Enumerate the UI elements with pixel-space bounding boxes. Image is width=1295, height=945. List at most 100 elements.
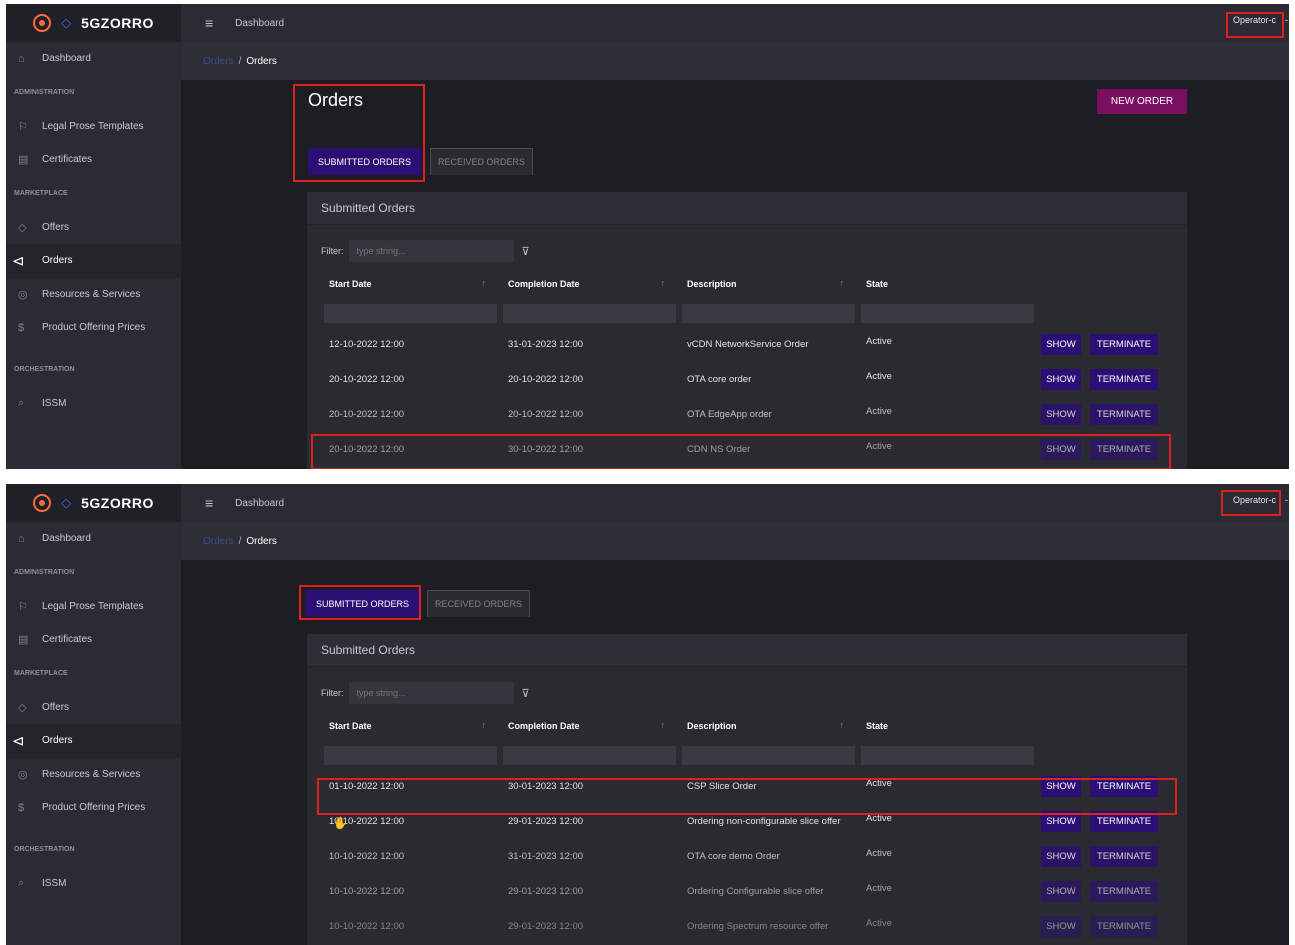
terminate-button[interactable]: TERMINATE [1090, 439, 1158, 460]
show-button[interactable]: SHOW [1041, 334, 1081, 355]
terminate-button[interactable]: TERMINATE [1090, 846, 1158, 867]
user-menu-caret[interactable]: - [1285, 15, 1288, 25]
brand[interactable]: ◇ 5GZORRO [6, 4, 181, 42]
topbar-title[interactable]: Dashboard [235, 498, 284, 509]
new-order-button[interactable]: NEW ORDER [1097, 89, 1187, 114]
filter-icon[interactable]: ⊽ [522, 245, 530, 258]
tab-received-orders[interactable]: RECEIVED ORDERS [427, 590, 530, 617]
sidebar-item-certificates[interactable]: ▤ Certificates [6, 623, 181, 657]
sidebar: ◇ 5GZORRO ⌂ Dashboard ADMINISTRATION ⚐ Leg… [6, 4, 181, 469]
column-filter-input[interactable] [503, 303, 676, 323]
table-row[interactable]: 10-10-2022 12:00 31-01-2023 12:00 OTA core… [307, 839, 1187, 874]
table-row[interactable]: 20-10-2022 12:00 20-10-2022 12:00 OTA core… [307, 362, 1187, 397]
sidebar-item-orders[interactable]: ⊲ Orders [6, 724, 181, 758]
cell-completion-date: 31-01-2023 12:00 [508, 339, 584, 350]
terminate-button[interactable]: TERMINATE [1090, 369, 1158, 390]
table-row[interactable]: 10-10-2022 12:00 29-01-2023 12:00 Ordering… [307, 804, 1187, 839]
brand[interactable]: ◇ 5GZORRO [6, 484, 181, 522]
column-completion-date[interactable]: Completion Date ↑ [486, 278, 665, 289]
table-row[interactable]: 20-10-2022 12:00 20-10-2022 12:00 OTA Edge… [307, 397, 1187, 432]
hamburger-icon[interactable]: ≡ [205, 495, 213, 511]
cell-description: Ordering Configurable slice offer [687, 886, 824, 897]
table-row[interactable]: 10-10-2022 12:00 29-01-2023 12:00 Ordering… [307, 909, 1187, 944]
tab-submitted-orders[interactable]: SUBMITTED ORDERS [308, 148, 421, 175]
breadcrumb: Orders / Orders [181, 522, 1289, 560]
column-filter-input[interactable] [861, 303, 1034, 323]
terminate-button[interactable]: TERMINATE [1090, 881, 1158, 902]
brand-chevron-icon: ◇ [61, 495, 72, 510]
hamburger-icon[interactable]: ≡ [205, 15, 213, 31]
cell-completion-date: 29-01-2023 12:00 [508, 816, 584, 827]
terminate-button[interactable]: TERMINATE [1090, 776, 1158, 797]
column-start-date[interactable]: Start Date ↑ [307, 720, 486, 731]
terminate-button[interactable]: TERMINATE [1090, 404, 1158, 425]
filter-input[interactable] [348, 240, 514, 262]
column-filter-input[interactable] [682, 303, 855, 323]
table-row[interactable]: 01-10-2022 12:00 30-01-2023 12:00 CSP Slic… [307, 769, 1187, 804]
column-start-date[interactable]: Start Date ↑ [307, 278, 486, 289]
certificate-icon: ▤ [18, 154, 29, 167]
breadcrumb-link[interactable]: Orders [203, 536, 234, 547]
column-description[interactable]: Description ↑ [665, 278, 844, 289]
sidebar-item-label: Certificates [42, 634, 93, 646]
show-button[interactable]: SHOW [1041, 404, 1081, 425]
terminate-button[interactable]: TERMINATE [1090, 334, 1158, 355]
user-menu-caret[interactable]: - [1285, 495, 1288, 505]
sidebar-item-issm[interactable]: ⌕ ISSM [6, 387, 181, 421]
column-filter-input[interactable] [861, 745, 1034, 765]
show-button[interactable]: SHOW [1041, 846, 1081, 867]
table-row[interactable]: 20-10-2022 12:00 30-10-2022 12:00 CDN NS O… [307, 432, 1187, 467]
column-filter-input[interactable] [682, 745, 855, 765]
user-menu[interactable]: Operator-c [1230, 493, 1279, 507]
column-filter-input[interactable] [324, 303, 497, 323]
show-button[interactable]: SHOW [1041, 811, 1081, 832]
breadcrumb-link[interactable]: Orders [203, 56, 234, 67]
tab-submitted-orders[interactable]: SUBMITTED ORDERS [306, 590, 419, 617]
layers-icon: ◎ [18, 288, 28, 301]
sidebar-item-label: Dashboard [42, 533, 91, 545]
column-filter-input[interactable] [324, 745, 497, 765]
sidebar: ◇ 5GZORRO ⌂ Dashboard ADMINISTRATION ⚐ Leg… [6, 484, 181, 945]
column-state[interactable]: State [844, 721, 1023, 731]
cell-state: Active [866, 882, 892, 894]
sidebar-item-label: ISSM [42, 397, 67, 409]
user-menu[interactable]: Operator-c [1230, 13, 1279, 27]
terminate-button[interactable]: TERMINATE [1090, 811, 1158, 832]
show-button[interactable]: SHOW [1041, 439, 1081, 460]
show-button[interactable]: SHOW [1041, 916, 1081, 937]
sidebar-item-legal-prose[interactable]: ⚐ Legal Prose Templates [6, 110, 181, 144]
sidebar-item-prices[interactable]: $ Product Offering Prices [6, 791, 181, 825]
sidebar-item-resources[interactable]: ◎ Resources & Services [6, 278, 181, 312]
sidebar-item-offers[interactable]: ◇ Offers [6, 211, 181, 245]
show-button[interactable]: SHOW [1041, 881, 1081, 902]
cell-state: Active [866, 440, 892, 452]
column-completion-date[interactable]: Completion Date ↑ [486, 720, 665, 731]
show-button[interactable]: SHOW [1041, 369, 1081, 390]
column-state[interactable]: State [844, 279, 1023, 289]
sidebar-item-dashboard[interactable]: ⌂ Dashboard [6, 522, 181, 556]
table-row[interactable]: 12-10-2022 12:00 31-01-2023 12:00 vCDN Net… [307, 327, 1187, 362]
layers-icon: ◎ [18, 768, 28, 781]
terminate-button[interactable]: TERMINATE [1090, 916, 1158, 937]
cell-state: Active [866, 847, 892, 859]
table-row[interactable]: 10-10-2022 12:00 29-01-2023 12:00 Ordering… [307, 874, 1187, 909]
column-filter-input[interactable] [503, 745, 676, 765]
filter-input[interactable] [348, 682, 514, 704]
sidebar-item-dashboard[interactable]: ⌂ Dashboard [6, 42, 181, 76]
sidebar-item-prices[interactable]: $ Product Offering Prices [6, 311, 181, 345]
brand-name: 5GZORRO [81, 495, 154, 511]
table-body: 12-10-2022 12:00 31-01-2023 12:00 vCDN Net… [307, 327, 1187, 467]
filter-icon[interactable]: ⊽ [522, 687, 530, 700]
topbar-title[interactable]: Dashboard [235, 18, 284, 29]
cell-description: Ordering non-configurable slice offer [687, 816, 841, 827]
sidebar-item-offers[interactable]: ◇ Offers [6, 691, 181, 725]
sidebar-item-legal-prose[interactable]: ⚐ Legal Prose Templates [6, 590, 181, 624]
sidebar-item-resources[interactable]: ◎ Resources & Services [6, 758, 181, 792]
sidebar-item-orders[interactable]: ⊲ Orders [6, 244, 181, 278]
sidebar-item-label: Legal Prose Templates [42, 120, 144, 132]
show-button[interactable]: SHOW [1041, 776, 1081, 797]
sidebar-item-issm[interactable]: ⌕ ISSM [6, 867, 181, 901]
tab-received-orders[interactable]: RECEIVED ORDERS [430, 148, 533, 175]
column-description[interactable]: Description ↑ [665, 720, 844, 731]
sidebar-item-certificates[interactable]: ▤ Certificates [6, 143, 181, 177]
